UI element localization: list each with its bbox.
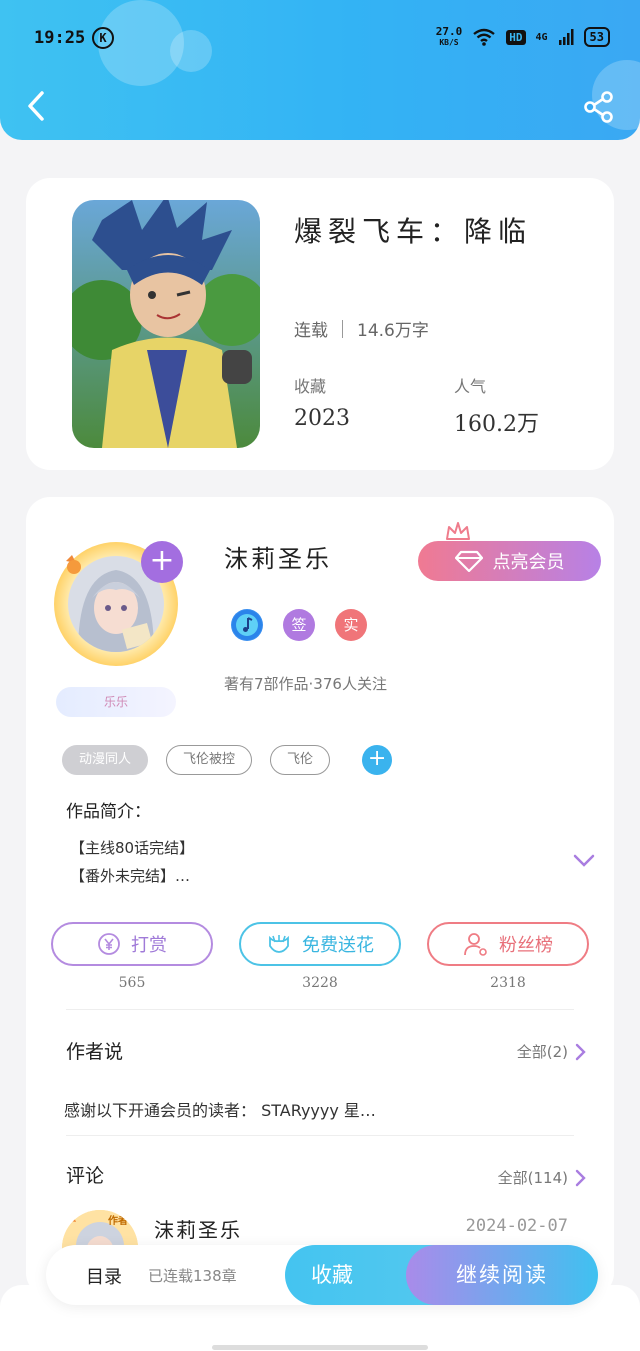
author-note-title: 作者说	[66, 1041, 124, 1063]
book-detail-card: + 乐乐 沫莉圣乐 点亮会员 签 实 著有7部作品·376人关注 动漫同人 飞伦…	[26, 497, 614, 1297]
favorites-label: 收藏	[294, 377, 327, 396]
book-title: 爆裂飞车：降临	[294, 215, 533, 248]
tip-button[interactable]: 打赏	[51, 922, 213, 966]
comments-title: 评论	[66, 1165, 105, 1187]
comments-more[interactable]: 全部(114)	[498, 1167, 586, 1188]
author-note-more-label: 全部(2)	[516, 1043, 568, 1061]
comments-more-label: 全部(114)	[497, 1169, 568, 1187]
vip-button-label: 点亮会员	[492, 552, 565, 573]
flower-icon	[269, 935, 289, 953]
author-note-more[interactable]: 全部(2)	[517, 1041, 586, 1062]
network-speed-value: 27.0	[435, 25, 463, 38]
fans-rank-label: 粉丝榜	[499, 935, 553, 956]
tip-button-label: 打赏	[131, 935, 167, 956]
chevron-right-icon	[575, 1169, 586, 1186]
music-note-icon	[232, 610, 262, 640]
tip-count: 565	[118, 975, 146, 991]
status-indicators: 27.0 KB/S HD 4G 53	[436, 26, 610, 48]
popularity-label: 人气	[454, 377, 487, 396]
user-icon	[464, 933, 487, 956]
fans-rank-button[interactable]: 粉丝榜	[427, 922, 589, 966]
follow-plus-button[interactable]: +	[141, 541, 183, 583]
author-note-text[interactable]: 感谢以下开通会员的读者： STARyyyy 星…	[64, 1097, 376, 1121]
signed-badge[interactable]: 签	[283, 609, 315, 641]
chevron-right-icon	[575, 1043, 586, 1060]
book-cover-illustration	[72, 200, 260, 448]
status-bar: 19:25 K 27.0 KB/S HD 4G 53	[34, 26, 610, 52]
divider	[66, 1135, 574, 1136]
crown-icon	[446, 522, 470, 540]
book-word-count: 14.6万字	[357, 321, 429, 341]
intro-line: 【番外未完结】…	[70, 867, 191, 885]
tag-list: 动漫同人 飞伦被控 飞伦 +	[62, 745, 393, 775]
comment-date: 2024-02-07	[465, 1216, 568, 1236]
network-type: 4G	[535, 31, 548, 43]
book-cover[interactable]	[72, 200, 260, 448]
author-name[interactable]: 沫莉圣乐	[224, 539, 332, 574]
author-badges: 签 实	[231, 609, 367, 641]
book-status-line: 连载 14.6万字	[294, 316, 429, 341]
intro-line: 【主线80话完结】	[70, 839, 195, 857]
send-flower-button[interactable]: 免费送花	[239, 922, 401, 966]
vip-button[interactable]: 点亮会员	[418, 541, 601, 581]
popularity-value: 160.2万	[454, 412, 539, 437]
k-app-icon: K	[92, 27, 114, 49]
flower-decor-icon	[66, 555, 81, 574]
add-tag-button[interactable]: +	[362, 745, 393, 775]
author-tag: 作者	[108, 1216, 128, 1227]
intro-label: 作品简介：	[66, 802, 151, 822]
tag-item[interactable]: 飞伦被控	[166, 745, 253, 775]
network-speed: 27.0 KB/S	[436, 26, 463, 48]
diamond-icon	[454, 550, 483, 572]
tag-item[interactable]: 飞伦	[270, 745, 331, 775]
tag-item[interactable]: 动漫同人	[62, 745, 149, 775]
wifi-icon	[473, 28, 495, 46]
bottom-action-bar: 目录 已连载138章 收藏 继续阅读	[46, 1245, 598, 1305]
chevron-down-icon[interactable]	[572, 853, 596, 869]
serial-chapters: 已连载138章	[148, 1267, 237, 1285]
battery-indicator: 53	[583, 27, 610, 47]
book-status: 连载	[294, 321, 328, 341]
fans-count: 2318	[490, 975, 526, 991]
yen-icon	[98, 933, 120, 955]
hd-indicator: HD	[506, 29, 526, 45]
status-time: 19:25	[34, 28, 86, 48]
app-header: 19:25 K 27.0 KB/S HD 4G 53	[0, 0, 640, 140]
favorites-value: 2023	[294, 406, 350, 431]
home-indicator[interactable]	[212, 1345, 428, 1350]
continue-reading-button[interactable]: 继续阅读	[406, 1245, 598, 1305]
back-icon[interactable]	[22, 88, 52, 124]
music-badge-icon[interactable]	[231, 609, 263, 641]
author-nickname-pill: 乐乐	[56, 687, 176, 717]
divider	[342, 319, 343, 338]
comment-author-name: 沫莉圣乐	[154, 1218, 242, 1242]
toc-button[interactable]: 目录	[86, 1263, 122, 1289]
send-flower-label: 免费送花	[302, 935, 374, 956]
network-speed-unit: KB/S	[439, 38, 459, 47]
verified-badge[interactable]: 实	[335, 609, 367, 641]
signal-icon	[558, 29, 574, 45]
divider	[66, 1009, 574, 1010]
book-info-card: 爆裂飞车：降临 连载 14.6万字 收藏 人气 2023 160.2万	[26, 178, 614, 470]
share-icon[interactable]	[582, 90, 616, 124]
author-works-info: 著有7部作品·376人关注	[224, 675, 387, 693]
flower-count: 3228	[302, 975, 338, 991]
